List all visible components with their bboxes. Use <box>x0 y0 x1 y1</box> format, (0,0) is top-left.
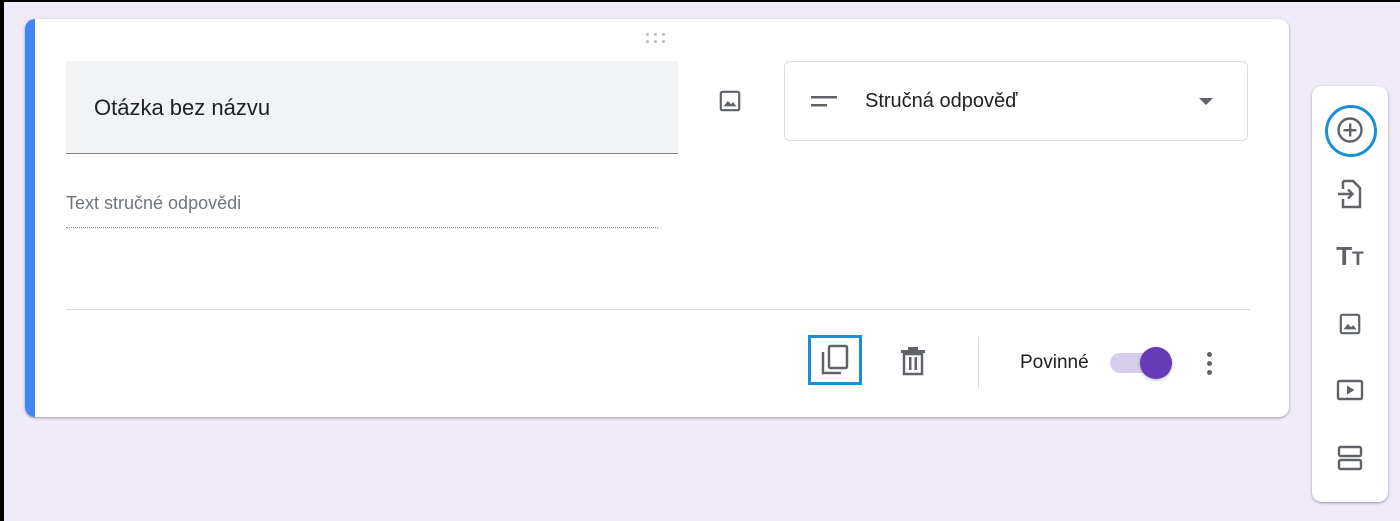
answer-underline <box>66 227 658 228</box>
add-title-button[interactable]: TT <box>1328 234 1372 278</box>
add-image-button-toolbar[interactable] <box>1328 302 1372 346</box>
add-question-button[interactable] <box>1325 105 1377 157</box>
question-type-dropdown[interactable]: Stručná odpověď <box>784 61 1248 141</box>
trash-icon <box>901 347 925 376</box>
more-options-button[interactable] <box>1197 345 1221 381</box>
question-title-text[interactable]: Otázka bez názvu <box>94 97 270 119</box>
delete-button[interactable] <box>893 341 933 381</box>
short-answer-placeholder: Text stručné odpovědi <box>66 193 242 213</box>
title-text-icon: TT <box>1336 241 1364 271</box>
toggle-thumb[interactable] <box>1140 347 1172 379</box>
short-answer-icon <box>811 96 837 107</box>
import-questions-button[interactable] <box>1328 172 1372 216</box>
image-icon <box>719 90 741 112</box>
duplicate-button[interactable] <box>808 335 862 385</box>
question-card[interactable]: Otázka bez názvu Stručná odpověď Text st… <box>25 19 1289 417</box>
active-card-indicator <box>25 19 35 417</box>
add-video-button[interactable] <box>1328 368 1372 412</box>
chevron-down-icon <box>1199 98 1213 105</box>
focus-ring <box>1325 105 1377 157</box>
required-label: Povinné <box>1020 352 1089 373</box>
more-vert-icon <box>1206 351 1212 357</box>
floating-toolbar: TT <box>1312 86 1388 502</box>
card-divider <box>66 309 1250 310</box>
import-icon <box>1338 179 1362 209</box>
image-icon <box>1339 313 1361 335</box>
copy-icon <box>821 344 849 375</box>
video-icon <box>1336 379 1364 401</box>
add-section-button[interactable] <box>1328 436 1372 480</box>
add-image-button[interactable] <box>714 85 746 117</box>
question-type-label: Stručná odpověď <box>865 90 1018 112</box>
drag-handle-icon[interactable] <box>642 31 672 47</box>
section-icon <box>1337 445 1363 471</box>
footer-separator <box>978 337 979 389</box>
